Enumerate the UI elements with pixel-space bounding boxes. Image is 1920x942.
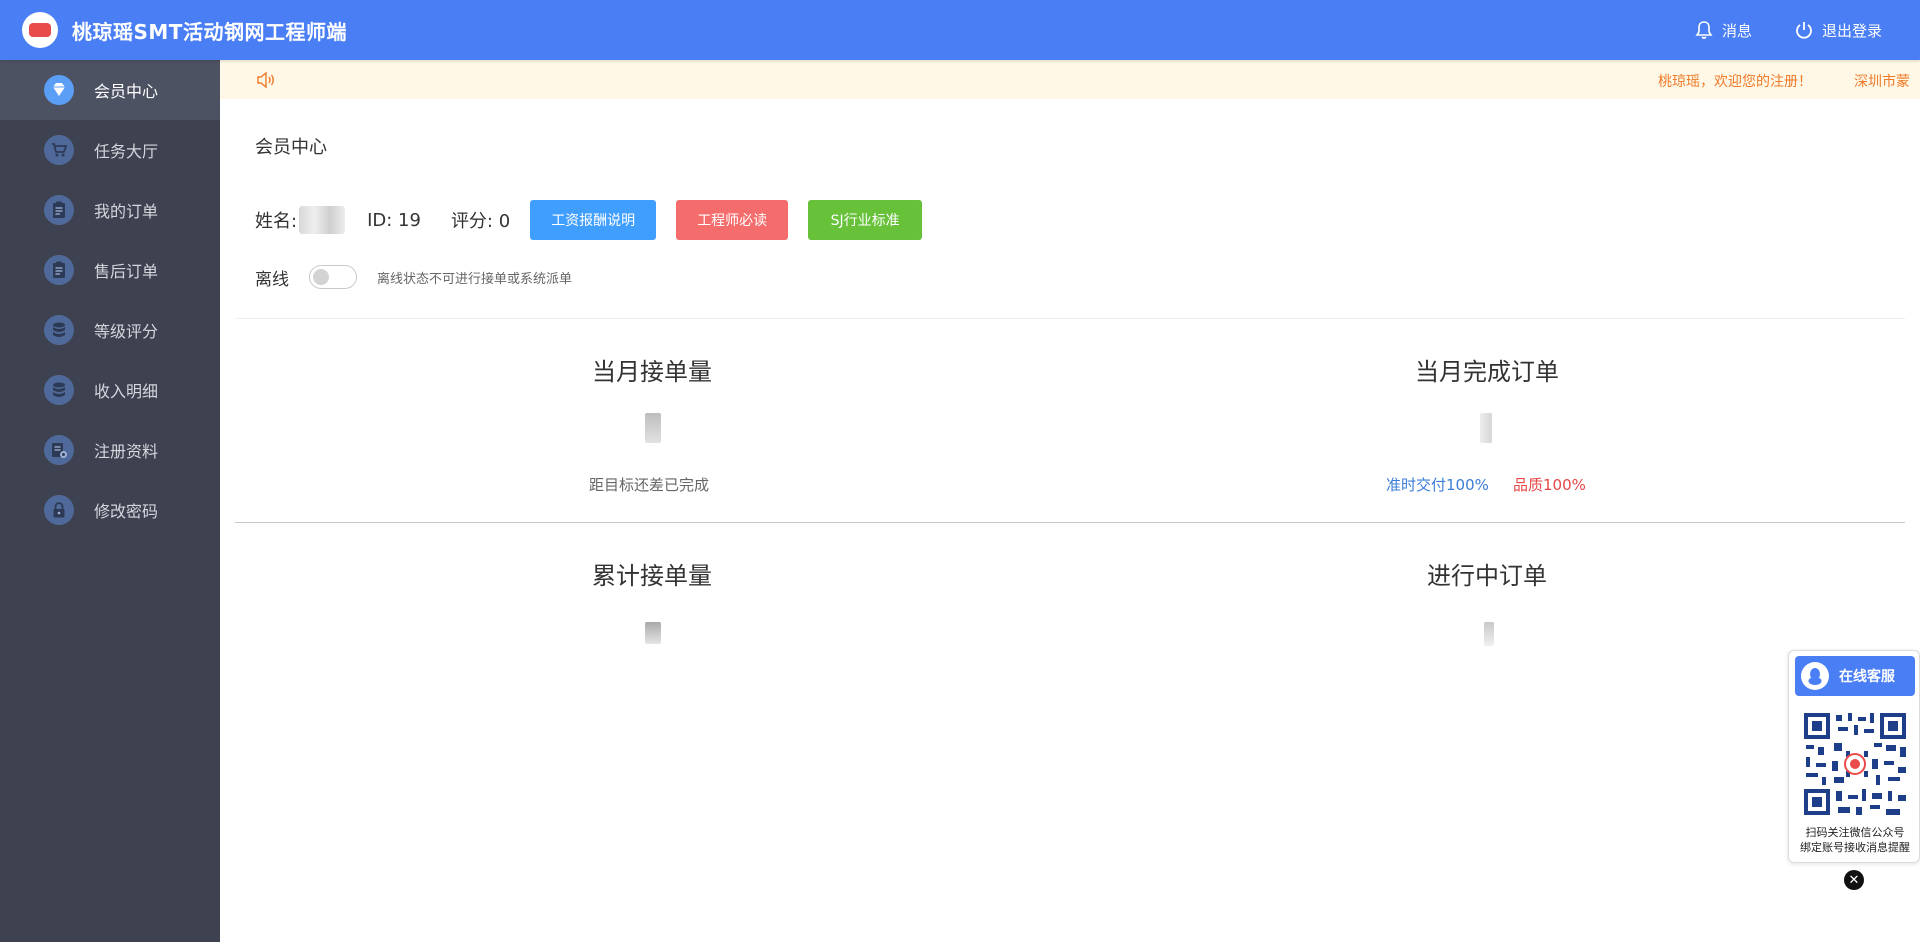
sidebar-item-registration-info[interactable]: 注册资料 <box>0 420 220 480</box>
stat-total-received-title: 累计接单量 <box>592 562 712 590</box>
stat-monthly-completed-title: 当月完成订单 <box>1415 358 1559 386</box>
sidebar-item-label: 收入明细 <box>94 382 159 401</box>
stat-in-progress-value-blurred <box>1484 622 1494 646</box>
top-header: 桃琼瑶SMT活动钢网工程师端 消息 退出登录 <box>0 0 1920 60</box>
status-hint: 离线状态不可进行接单或系统派单 <box>377 271 573 287</box>
bell-icon <box>1695 21 1713 39</box>
sidebar-item-label: 等级评分 <box>94 322 159 341</box>
sidebar-item-income-details[interactable]: 收入明细 <box>0 360 220 420</box>
sidebar-item-member-center[interactable]: 会员中心 <box>0 60 220 120</box>
section-divider <box>235 522 1905 523</box>
qr-caption-line1: 扫码关注微信公众号 <box>1805 826 1905 839</box>
wechat-qr-code <box>1802 711 1908 817</box>
toggle-knob <box>313 269 329 285</box>
quality-rate: 品质100% <box>1513 476 1586 494</box>
salary-info-button[interactable]: 工资报酬说明 <box>530 200 657 240</box>
sidebar-item-task-hall[interactable]: 任务大厅 <box>0 120 220 180</box>
engineer-must-read-button[interactable]: 工程师必读 <box>676 200 789 240</box>
sidebar-item-grade-rating[interactable]: 等级评分 <box>0 300 220 360</box>
sidebar-item-label: 会员中心 <box>94 82 159 101</box>
qq-penguin-icon <box>1801 662 1829 690</box>
qr-caption-line2: 绑定账号接收消息提醒 <box>1800 841 1910 854</box>
online-service-label: 在线客服 <box>1839 669 1895 685</box>
name-label: 姓名: <box>255 211 298 232</box>
divider <box>235 318 1905 319</box>
diamond-icon <box>44 75 74 105</box>
lock-icon <box>44 495 74 525</box>
clipboard-icon <box>44 195 74 225</box>
sidebar: 会员中心 任务大厅 我的订单 售后订单 等级评分 收入明细 注册资料 修改密码 <box>0 60 220 942</box>
member-id: ID: 19 <box>367 209 421 231</box>
cart-icon <box>44 135 74 165</box>
database-icon <box>44 375 74 405</box>
sidebar-item-label: 注册资料 <box>94 442 159 461</box>
sidebar-item-label: 售后订单 <box>94 262 159 281</box>
ontime-delivery-rate: 准时交付100% <box>1386 476 1489 494</box>
member-info-row: 姓名: ID: 19 评分: 0 工资报酬说明 工程师必读 SJ行业标准 <box>255 200 923 240</box>
page-title: 会员中心 <box>255 137 327 158</box>
stat-monthly-received-value-blurred <box>645 413 661 443</box>
online-status-row: 离线 离线状态不可进行接单或系统派单 <box>255 265 573 290</box>
industry-standard-button[interactable]: SJ行业标准 <box>808 200 923 240</box>
stat-monthly-received-footer: 距目标还差已完成 <box>589 476 710 494</box>
sidebar-item-my-orders[interactable]: 我的订单 <box>0 180 220 240</box>
notice-marquee-text: 桃琼瑶，欢迎您的注册！ 深圳市蒙 <box>1658 74 1910 90</box>
stat-monthly-received-title: 当月接单量 <box>592 358 712 386</box>
app-logo <box>22 12 58 48</box>
header-actions: 消息 退出登录 <box>1652 20 1882 41</box>
status-label: 离线 <box>255 269 289 290</box>
logout-button[interactable]: 退出登录 <box>1794 20 1882 41</box>
logout-label: 退出登录 <box>1821 21 1882 40</box>
online-status-toggle[interactable] <box>309 265 357 289</box>
app-title: 桃琼瑶SMT活动钢网工程师端 <box>72 19 347 44</box>
online-service-button[interactable]: 在线客服 <box>1795 656 1915 696</box>
power-icon <box>1796 22 1812 39</box>
speaker-icon <box>257 71 274 88</box>
messages-label: 消息 <box>1721 21 1752 40</box>
qr-caption: 扫码关注微信公众号 绑定账号接收消息提醒 <box>1789 825 1920 855</box>
sidebar-item-label: 任务大厅 <box>94 142 159 161</box>
sidebar-item-label: 我的订单 <box>94 202 159 221</box>
stat-in-progress-title: 进行中订单 <box>1427 562 1547 590</box>
profile-card-icon <box>44 435 74 465</box>
close-icon[interactable]: ✕ <box>1844 870 1864 890</box>
clipboard-icon <box>44 255 74 285</box>
customer-service-panel: 在线客服 扫码关注微信公众号 绑定账号接收消息提醒 <box>1788 650 1920 863</box>
name-value-blurred <box>299 206 346 234</box>
notice-bar: 桃琼瑶，欢迎您的注册！ 深圳市蒙 <box>220 60 1920 99</box>
stat-total-received-value-blurred <box>645 622 661 644</box>
database-icon <box>44 315 74 345</box>
stat-monthly-completed-value-blurred <box>1480 413 1492 443</box>
sidebar-item-label: 修改密码 <box>94 502 159 521</box>
sidebar-item-change-password[interactable]: 修改密码 <box>0 480 220 540</box>
sidebar-item-after-sales-orders[interactable]: 售后订单 <box>0 240 220 300</box>
messages-button[interactable]: 消息 <box>1694 20 1752 41</box>
member-score: 评分: 0 <box>450 211 511 232</box>
